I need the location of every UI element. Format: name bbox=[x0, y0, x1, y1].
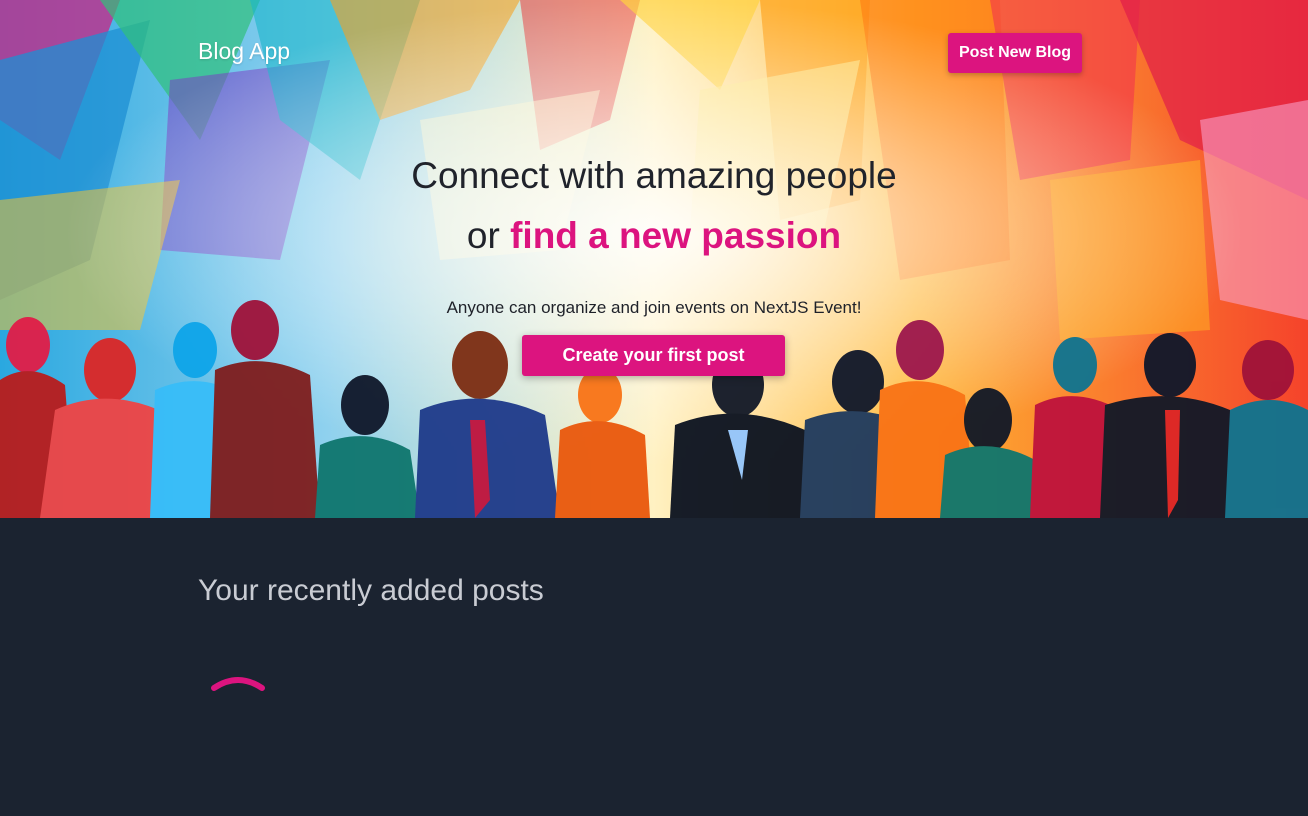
create-first-post-button[interactable]: Create your first post bbox=[522, 335, 785, 376]
recent-posts-heading: Your recently added posts bbox=[198, 574, 544, 607]
hero-subtitle: Anyone can organize and join events on N… bbox=[446, 298, 862, 317]
page: Blog App Post New Blog Connect with amaz… bbox=[0, 0, 1308, 816]
hero-section: Blog App Post New Blog Connect with amaz… bbox=[0, 0, 1308, 518]
recent-posts-section: Your recently added posts bbox=[0, 518, 1308, 816]
hero-title-prefix: or bbox=[466, 215, 511, 256]
brand-logo-link[interactable]: Blog App bbox=[198, 38, 290, 65]
spinner-icon bbox=[211, 677, 265, 691]
hero-title-line1: Connect with amazing people bbox=[411, 155, 897, 196]
hero-title: Connect with amazing people or find a ne… bbox=[0, 146, 1308, 266]
hero-title-accent: find a new passion bbox=[510, 215, 842, 256]
post-new-blog-button[interactable]: Post New Blog bbox=[948, 33, 1082, 73]
